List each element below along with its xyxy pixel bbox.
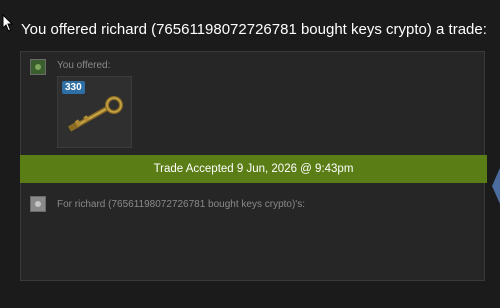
mouse-pointer-icon	[2, 14, 14, 32]
partner-avatar[interactable]	[30, 196, 46, 212]
chevron-left-icon[interactable]	[490, 166, 500, 206]
trade-status-text: Trade Accepted 9 Jun, 2026 @ 9:43pm	[153, 163, 354, 175]
item-count-badge: 330	[62, 81, 85, 94]
you-offered-label: You offered:	[57, 60, 111, 71]
my-avatar[interactable]	[30, 59, 46, 75]
trade-offer-heading: You offered richard (76561198072726781 b…	[21, 21, 487, 38]
offered-item-tile[interactable]: 330	[57, 76, 132, 148]
trade-status-banner: Trade Accepted 9 Jun, 2026 @ 9:43pm	[20, 155, 487, 183]
key-icon	[68, 96, 123, 132]
avatar-image-icon	[35, 201, 41, 207]
partner-items-label: For richard (76561198072726781 bought ke…	[57, 199, 305, 210]
avatar-image-icon	[35, 64, 41, 70]
